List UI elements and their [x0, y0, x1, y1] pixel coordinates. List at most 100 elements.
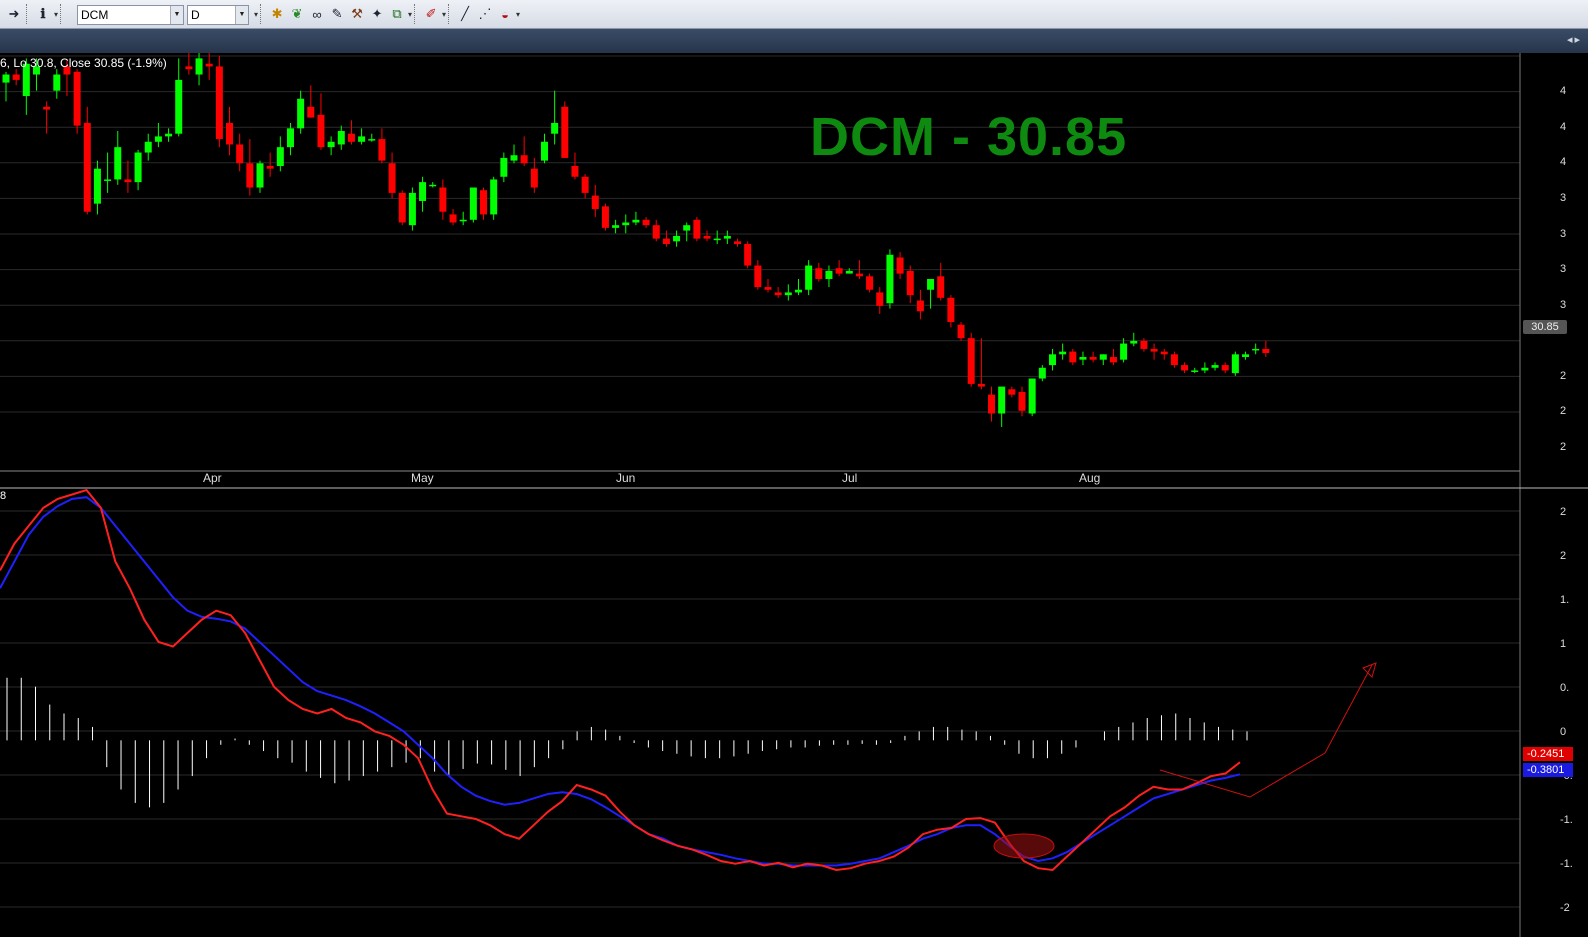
candle-body	[764, 287, 772, 290]
trendline-icon[interactable]: ╱	[455, 4, 475, 24]
candle-body	[469, 187, 477, 220]
interval-menu-icon[interactable]: ▾	[254, 10, 258, 19]
macd-axis-label: 2	[1560, 506, 1567, 518]
candle-body	[540, 141, 548, 161]
candle-body	[794, 289, 802, 293]
tools-dropdown-icon[interactable]: ▾	[408, 10, 412, 19]
candle-body	[185, 66, 193, 70]
ray-icon[interactable]: ⋰	[475, 4, 495, 24]
candle-body	[154, 136, 162, 142]
macd-axis-label: -1.	[1560, 814, 1573, 826]
chart-window-icon[interactable]: ⧉	[387, 4, 407, 24]
price-axis-label: 4	[1560, 121, 1567, 133]
candle-body	[490, 179, 498, 215]
symbol-value: DCM	[81, 8, 109, 22]
forward-icon[interactable]: ➜	[4, 4, 24, 24]
draw-dropdown-icon[interactable]: ▾	[516, 10, 520, 19]
symbol-combo[interactable]: DCM ▼	[77, 5, 184, 25]
color-dropdown-icon[interactable]: ▾	[442, 10, 446, 19]
line-color-icon[interactable]: ✐	[421, 4, 441, 24]
last-price-tag: 30.85	[1523, 320, 1567, 334]
month-label-apr: Apr	[203, 471, 222, 485]
candle-body	[1069, 351, 1077, 363]
symbol-dropdown-icon[interactable]: ▼	[170, 6, 183, 24]
candle-body	[337, 131, 345, 145]
candle-body	[805, 265, 813, 290]
candle-body	[114, 147, 122, 180]
glasses-icon[interactable]: ∞	[307, 4, 327, 24]
candle-body	[276, 147, 284, 166]
crossover-ellipse[interactable]	[993, 833, 1055, 859]
candle-body	[286, 128, 294, 148]
price-axis-label: 2	[1560, 405, 1567, 417]
candle-body	[347, 133, 355, 142]
toolbar: ➜ ℹ ▾ DCM ▼ D ▼ ▾ ✱ ❦ ∞ ✎ ⚒ ✦ ⧉ ▾ ✐ ▾ ╱ …	[0, 0, 1588, 29]
candle-body	[835, 268, 843, 274]
scroll-arrows-icon[interactable]: ◂▸	[1567, 33, 1582, 46]
candle-body	[144, 141, 152, 153]
magnet-icon[interactable]: ◒	[495, 4, 515, 24]
candle-body	[815, 268, 823, 279]
interval-combo[interactable]: D ▼	[187, 5, 249, 25]
candle-body	[266, 165, 274, 169]
candle-body	[134, 152, 142, 183]
candle-body	[1048, 354, 1056, 366]
candle-body	[723, 235, 731, 239]
candle-body	[673, 235, 681, 242]
candle-body	[1099, 354, 1107, 360]
candle-body	[510, 155, 518, 161]
chart-area[interactable]	[0, 53, 1588, 937]
candle-body	[165, 133, 173, 137]
tools-group: ▾ ✱ ❦ ∞ ✎ ⚒ ✦ ⧉ ▾ ✐ ▾ ╱ ⋰ ◒ ▾	[253, 3, 520, 25]
macd-axis-label: 0.	[1560, 682, 1570, 694]
candle-body	[246, 163, 254, 188]
candle-body	[500, 157, 508, 177]
candle-body	[571, 165, 579, 177]
macd-line	[0, 488, 1241, 872]
price-axis-label: 4	[1560, 156, 1567, 168]
candle-body	[642, 219, 650, 226]
info-icon[interactable]: ℹ	[33, 4, 53, 24]
grid	[0, 55, 1520, 908]
price-axis-label: 3	[1560, 263, 1567, 275]
candle-body	[1150, 348, 1158, 352]
price-info: 6, Lo 30.8, Close 30.85 (-1.9%)	[0, 56, 167, 70]
price-axis-label: 2	[1560, 441, 1567, 453]
interval-dropdown-icon[interactable]: ▼	[235, 6, 248, 24]
candle-body	[368, 139, 376, 141]
pattern-icon[interactable]: ❦	[287, 4, 307, 24]
candlestick-icon[interactable]: ✱	[267, 4, 287, 24]
candle-body	[561, 106, 569, 158]
candle-body	[1242, 354, 1250, 358]
separator	[260, 4, 265, 24]
candle-body	[1079, 357, 1087, 360]
separator	[26, 4, 31, 24]
macd-axis-label: -2	[1560, 902, 1570, 914]
candle-body	[256, 163, 264, 188]
candle-body	[226, 122, 234, 145]
wand-icon[interactable]: ✦	[367, 4, 387, 24]
scan-icon[interactable]: ✎	[327, 4, 347, 24]
candle-body	[1120, 343, 1128, 360]
info-dropdown-icon[interactable]: ▾	[54, 10, 58, 19]
candle-body	[520, 155, 528, 164]
macd-axis-label: 1.	[1560, 594, 1570, 606]
candle-body	[1201, 367, 1209, 371]
candle-body	[1059, 351, 1067, 355]
candle-body	[683, 225, 691, 231]
month-label-aug: Aug	[1079, 471, 1101, 485]
candle-body	[1089, 357, 1097, 360]
candle-body	[947, 297, 955, 323]
candle-body	[866, 276, 874, 290]
candle-body	[774, 292, 782, 296]
candle-body	[1130, 340, 1138, 344]
candle-body	[855, 273, 863, 277]
candle-body	[439, 187, 447, 212]
candle-body	[378, 139, 386, 161]
candle-body	[937, 276, 945, 298]
hammer-icon[interactable]: ⚒	[347, 4, 367, 24]
macd-axis-label: 1	[1560, 638, 1567, 650]
candle-body	[195, 58, 203, 75]
candle-body	[388, 163, 396, 193]
candle-body	[825, 270, 833, 279]
